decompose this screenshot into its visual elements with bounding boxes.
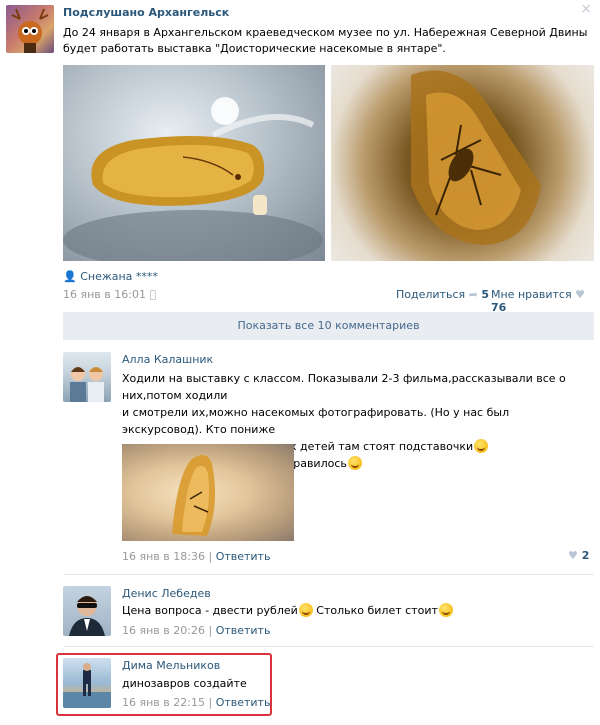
like-button[interactable]: Мне нравится ♥ 76 <box>491 288 600 314</box>
comment-date[interactable]: 16 янв в 20:26 <box>122 624 205 637</box>
comment-meta: 16 янв в 22:15 | Ответить <box>122 696 270 709</box>
reply-link[interactable]: Ответить <box>216 696 271 709</box>
comment-meta: 16 янв в 18:36 | Ответить <box>122 550 270 563</box>
post-photo-amber-2[interactable] <box>331 65 594 261</box>
community-avatar[interactable] <box>6 5 54 53</box>
comment-divider <box>63 646 594 647</box>
comment-date[interactable]: 16 янв в 18:36 <box>122 550 205 563</box>
like-label: Мне нравится <box>491 288 572 301</box>
share-count: 5 <box>481 288 489 301</box>
show-all-comments-button[interactable]: Показать все 10 комментариев <box>63 312 594 340</box>
comment-author[interactable]: Алла Калашник <box>122 353 213 366</box>
comment-line: и смотрели их,можно насекомых фотографир… <box>122 406 510 436</box>
comment-divider <box>63 574 594 575</box>
signer-name[interactable]: Снежана **** <box>80 270 158 283</box>
comment-like-button[interactable]: ♥ 2 <box>568 549 589 562</box>
reply-link[interactable]: Ответить <box>216 550 271 563</box>
comment-author[interactable]: Дима Мельников <box>122 659 220 672</box>
smile-emoji-icon <box>298 603 313 617</box>
smile-emoji-icon <box>347 456 362 470</box>
comment-text: Цена вопроса - двести рублей Столько бил… <box>122 602 592 619</box>
comment-author[interactable]: Денис Лебедев <box>122 587 211 600</box>
comment-meta: 16 янв в 20:26 | Ответить <box>122 624 270 637</box>
share-button[interactable]: Поделиться ➦ 5 <box>396 288 489 301</box>
share-label: Поделиться <box>396 288 466 301</box>
comment-line: Цена вопроса - двести рублей <box>122 604 298 617</box>
heart-icon: ♥ <box>568 549 578 562</box>
comment-text: динозавров создайте <box>122 677 247 690</box>
comment-avatar[interactable] <box>63 586 111 636</box>
community-name[interactable]: Подслушано Архангельск <box>63 6 229 19</box>
apple-device-icon:  <box>149 288 156 301</box>
comment-date[interactable]: 16 янв в 22:15 <box>122 696 205 709</box>
comment-avatar[interactable] <box>63 352 111 402</box>
close-icon[interactable]: × <box>580 1 592 17</box>
heart-icon: ♥ <box>575 288 585 301</box>
post-signer[interactable]: 👤 Снежана **** <box>63 270 158 283</box>
comment-line: Столько билет стоит <box>316 604 438 617</box>
user-icon: 👤 <box>63 270 77 283</box>
comment-line: Ходили на выставку с классом. Показывали… <box>122 372 566 402</box>
comment-like-count: 2 <box>581 549 590 562</box>
post-text: До 24 января в Архангельском краеведческ… <box>63 26 588 55</box>
post-date[interactable]: 16 янв в 16:01  <box>63 288 156 301</box>
meta-separator: | <box>208 696 213 709</box>
meta-separator: | <box>208 550 213 563</box>
meta-separator: | <box>208 624 213 637</box>
smile-emoji-icon <box>474 439 489 453</box>
smile-emoji-icon <box>438 603 453 617</box>
comment-photo-amber[interactable] <box>122 444 294 541</box>
post-photo-amber-1[interactable] <box>63 65 325 261</box>
comment-avatar[interactable] <box>63 658 111 708</box>
post-date-text[interactable]: 16 янв в 16:01 <box>63 288 146 301</box>
share-icon: ➦ <box>468 288 478 301</box>
reply-link[interactable]: Ответить <box>216 624 271 637</box>
